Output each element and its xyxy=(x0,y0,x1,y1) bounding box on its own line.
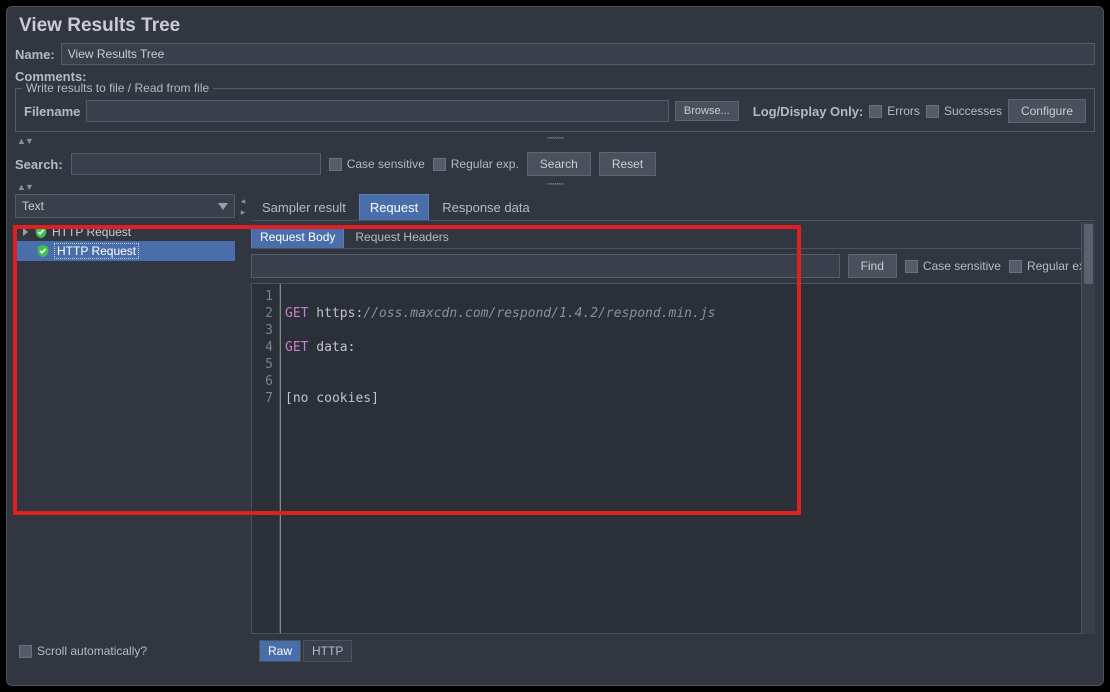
configure-button[interactable]: Configure xyxy=(1008,99,1086,123)
name-row: Name: xyxy=(15,43,1095,65)
renderer-dropdown[interactable]: Text xyxy=(15,194,235,218)
find-input[interactable] xyxy=(251,254,840,278)
success-shield-icon xyxy=(34,225,48,239)
find-row: Find Case sensitive Regular exp. xyxy=(251,254,1095,278)
bottom-tabs: Raw HTTP xyxy=(259,640,352,662)
file-fieldset: Write results to file / Read from file F… xyxy=(15,88,1095,132)
bottom-tab-http[interactable]: HTTP xyxy=(303,640,352,662)
reset-button[interactable]: Reset xyxy=(599,152,656,176)
scrollbar-thumb[interactable] xyxy=(1084,224,1093,284)
search-case-checkbox[interactable]: Case sensitive xyxy=(329,157,425,171)
search-button[interactable]: Search xyxy=(527,152,591,176)
expand-icon[interactable] xyxy=(23,228,28,236)
logdisplay-label: Log/Display Only: xyxy=(753,104,864,119)
browse-button[interactable]: Browse... xyxy=(675,101,739,121)
vertical-splitter[interactable]: ◂▸ xyxy=(239,194,247,634)
find-button[interactable]: Find xyxy=(848,254,897,278)
name-label: Name: xyxy=(15,47,55,62)
tree-item[interactable]: HTTP Request xyxy=(15,223,235,241)
chevron-down-icon xyxy=(218,203,228,210)
file-legend: Write results to file / Read from file xyxy=(22,81,213,95)
scroll-auto-checkbox[interactable]: Scroll automatically? xyxy=(19,644,147,658)
line-gutter: 1 2 3 4 5 6 7 xyxy=(252,284,280,633)
tab-request[interactable]: Request xyxy=(359,194,429,220)
code-area[interactable]: 1 2 3 4 5 6 7 GET https://oss.maxcdn.com… xyxy=(251,283,1095,634)
vertical-scrollbar[interactable] xyxy=(1081,222,1095,634)
search-row: Search: Case sensitive Regular exp. Sear… xyxy=(15,146,1095,182)
tree-pane: Text HTTP Request HTTP Request xyxy=(15,194,235,634)
search-label: Search: xyxy=(15,157,63,172)
success-shield-icon xyxy=(36,244,50,258)
results-tree[interactable]: HTTP Request HTTP Request xyxy=(15,221,235,634)
request-subtabs: Request Body Request Headers xyxy=(251,225,1095,249)
details-pane: Sampler result Request Response data Req… xyxy=(251,194,1095,634)
tree-item-label: HTTP Request xyxy=(54,243,139,259)
split-pane: Text HTTP Request HTTP Request ◂▸ xyxy=(15,194,1095,634)
subtab-request-body[interactable]: Request Body xyxy=(251,225,344,248)
renderer-value: Text xyxy=(22,199,44,213)
tree-item[interactable]: HTTP Request xyxy=(15,241,235,261)
successes-checkbox[interactable]: Successes xyxy=(926,104,1002,118)
panel-title: View Results Tree xyxy=(15,11,1095,43)
bottom-row: Scroll automatically? Raw HTTP xyxy=(15,640,1095,662)
errors-checkbox[interactable]: Errors xyxy=(869,104,920,118)
search-input[interactable] xyxy=(71,153,321,175)
search-regex-checkbox[interactable]: Regular exp. xyxy=(433,157,519,171)
collapse-bar-1[interactable]: ▲▼ ˇˇˇˇˇˇˇˇ xyxy=(15,136,1095,146)
main-tabs: Sampler result Request Response data xyxy=(251,194,1095,221)
filename-label: Filename xyxy=(24,104,80,119)
collapse-bar-2[interactable]: ▲▼ ˇˇˇˇˇˇˇˇ xyxy=(15,182,1095,192)
tab-response-data[interactable]: Response data xyxy=(431,194,540,220)
subtab-request-headers[interactable]: Request Headers xyxy=(346,225,457,248)
bottom-tab-raw[interactable]: Raw xyxy=(259,640,301,662)
tree-item-label: HTTP Request xyxy=(52,225,131,239)
code-content[interactable]: GET https://oss.maxcdn.com/respond/1.4.2… xyxy=(280,284,1094,633)
filename-input[interactable] xyxy=(86,100,669,122)
results-panel: View Results Tree Name: Comments: Write … xyxy=(6,6,1104,686)
name-input[interactable] xyxy=(61,43,1095,65)
tab-sampler-result[interactable]: Sampler result xyxy=(251,194,357,220)
find-case-checkbox[interactable]: Case sensitive xyxy=(905,259,1001,273)
